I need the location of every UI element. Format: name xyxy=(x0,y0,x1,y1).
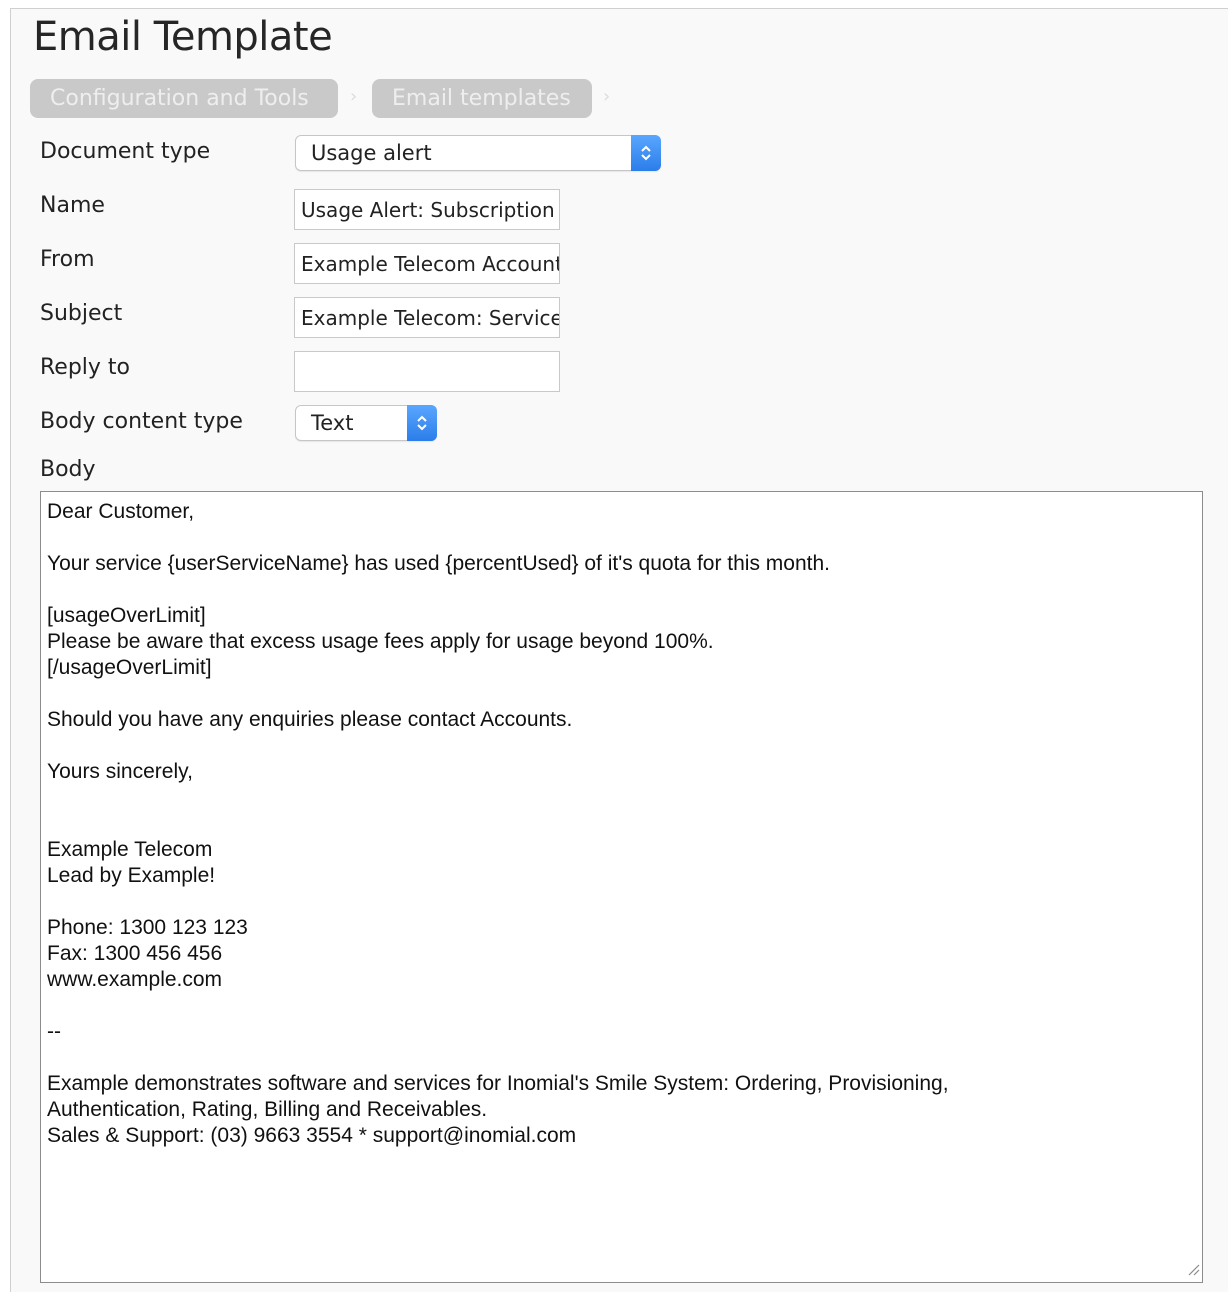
body-content-type-value: Text xyxy=(311,411,354,435)
updown-chevron-icon xyxy=(407,405,437,441)
breadcrumb-separator-icon: › xyxy=(350,86,358,107)
reply-to-input[interactable] xyxy=(294,351,560,392)
document-type-label: Document type xyxy=(40,139,211,164)
subject-value: Example Telecom: Service xyxy=(301,306,560,330)
name-label: Name xyxy=(40,193,105,218)
from-value: Example Telecom Accounts xyxy=(301,252,560,276)
name-value: Usage Alert: Subscription xyxy=(301,198,555,222)
page: Email Template Configuration and Tools ›… xyxy=(0,0,1228,1292)
updown-chevron-icon xyxy=(631,135,661,171)
body-textarea[interactable]: Dear Customer, Your service {userService… xyxy=(40,491,1203,1283)
from-label: From xyxy=(40,247,95,272)
subject-input[interactable]: Example Telecom: Service xyxy=(294,297,560,338)
document-type-select[interactable]: Usage alert xyxy=(295,135,661,171)
resize-grip-icon[interactable] xyxy=(1184,1260,1200,1280)
breadcrumb-separator-icon: › xyxy=(603,86,611,107)
breadcrumb-configuration-and-tools[interactable]: Configuration and Tools xyxy=(30,79,338,118)
body-text: Dear Customer, Your service {userService… xyxy=(47,500,949,1147)
reply-to-label: Reply to xyxy=(40,355,131,380)
document-type-value: Usage alert xyxy=(311,141,432,165)
from-input[interactable]: Example Telecom Accounts xyxy=(294,243,560,284)
body-content-type-select[interactable]: Text xyxy=(295,405,437,441)
body-label: Body xyxy=(40,457,96,482)
subject-label: Subject xyxy=(40,301,123,326)
page-title: Email Template xyxy=(33,14,333,60)
name-input[interactable]: Usage Alert: Subscription xyxy=(294,189,560,230)
body-content-type-label: Body content type xyxy=(40,409,243,434)
breadcrumb-email-templates[interactable]: Email templates xyxy=(372,79,592,118)
